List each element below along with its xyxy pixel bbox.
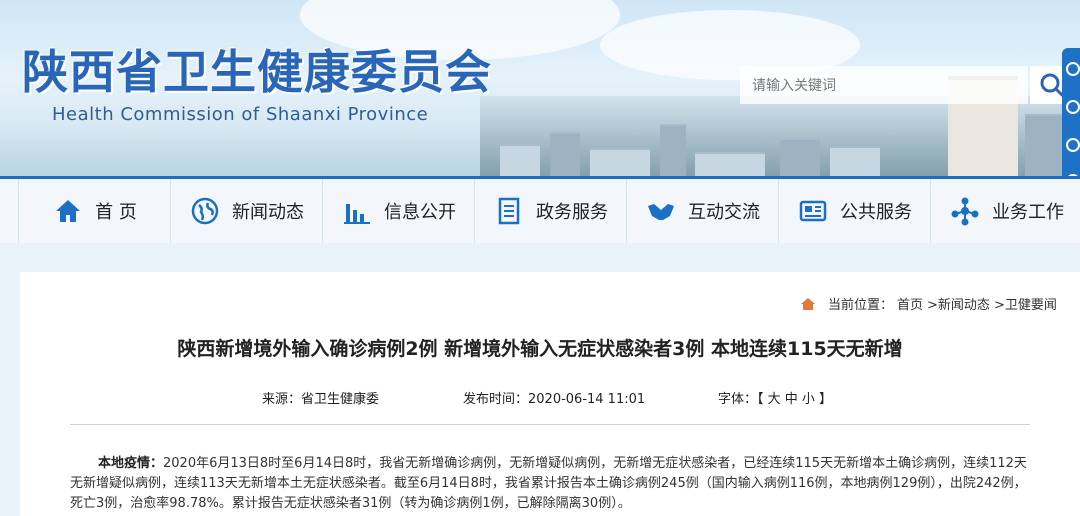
para-text: 2020年6月13日8时至6月14日8时，我省无新增确诊病例，无新增疑似病例，无…	[70, 456, 1027, 511]
globe-icon	[190, 196, 220, 226]
para-lead: 本地疫情：	[98, 456, 164, 471]
nav-label: 首 页	[95, 202, 137, 223]
nav-label: 互动交流	[688, 202, 760, 223]
nav-label: 政务服务	[536, 202, 608, 223]
main-nav: 首 页 新闻动态 信息公开 政务服务 互动交流 公共服务 业务工作	[0, 176, 1080, 243]
site-title: 陕西省卫生健康委员会	[22, 45, 492, 99]
nav-label: 业务工作	[992, 202, 1064, 223]
document-icon	[494, 196, 524, 226]
bar-chart-icon	[342, 196, 372, 226]
breadcrumb: 当前位置： 首页 >新闻动态 >卫健要闻	[800, 294, 1057, 313]
nav-news[interactable]: 新闻动态	[170, 179, 323, 243]
nav-public-services[interactable]: 公共服务	[778, 179, 931, 243]
handshake-icon	[646, 196, 676, 226]
nav-info-disclosure[interactable]: 信息公开	[322, 179, 475, 243]
nav-label: 公共服务	[840, 202, 912, 223]
article-date: 发布时间：2020-06-14 11:01	[463, 392, 646, 407]
site-subtitle: Health Commission of Shaanxi Province	[52, 104, 429, 125]
nav-interaction[interactable]: 互动交流	[626, 179, 779, 243]
home-icon	[801, 297, 815, 310]
divider	[70, 424, 1030, 425]
search-input[interactable]	[740, 66, 1020, 104]
phone-icon[interactable]	[1066, 100, 1080, 114]
breadcrumb-prefix: 当前位置：	[828, 298, 894, 313]
nav-home[interactable]: 首 页	[18, 179, 171, 243]
nav-label: 新闻动态	[232, 202, 304, 223]
breadcrumb-home[interactable]: 首页	[897, 294, 923, 313]
home-icon	[53, 196, 83, 226]
font-size-selector[interactable]: 字体：【 大 中 小 】	[718, 388, 832, 407]
nav-label: 信息公开	[384, 202, 456, 223]
breadcrumb-news[interactable]: >新闻动态	[927, 294, 990, 313]
article-body: 本地疫情：2020年6月13日8时至6月14日8时，我省无新增确诊病例，无新增疑…	[70, 454, 1030, 514]
search-box	[740, 66, 1028, 104]
cityscape-image	[480, 76, 1080, 176]
network-icon	[950, 196, 980, 226]
weibo-icon[interactable]	[1066, 138, 1080, 152]
article-title: 陕西新增境外输入确诊病例2例 新增境外输入无症状感染者3例 本地连续115天无新…	[177, 338, 903, 360]
article-source: 来源：省卫生健康委	[262, 392, 380, 407]
breadcrumb-current[interactable]: >卫健要闻	[994, 294, 1057, 313]
nav-business[interactable]: 业务工作	[930, 179, 1080, 243]
nav-gov-services[interactable]: 政务服务	[474, 179, 627, 243]
share-icon[interactable]	[1066, 62, 1080, 76]
newspaper-icon	[798, 196, 828, 226]
